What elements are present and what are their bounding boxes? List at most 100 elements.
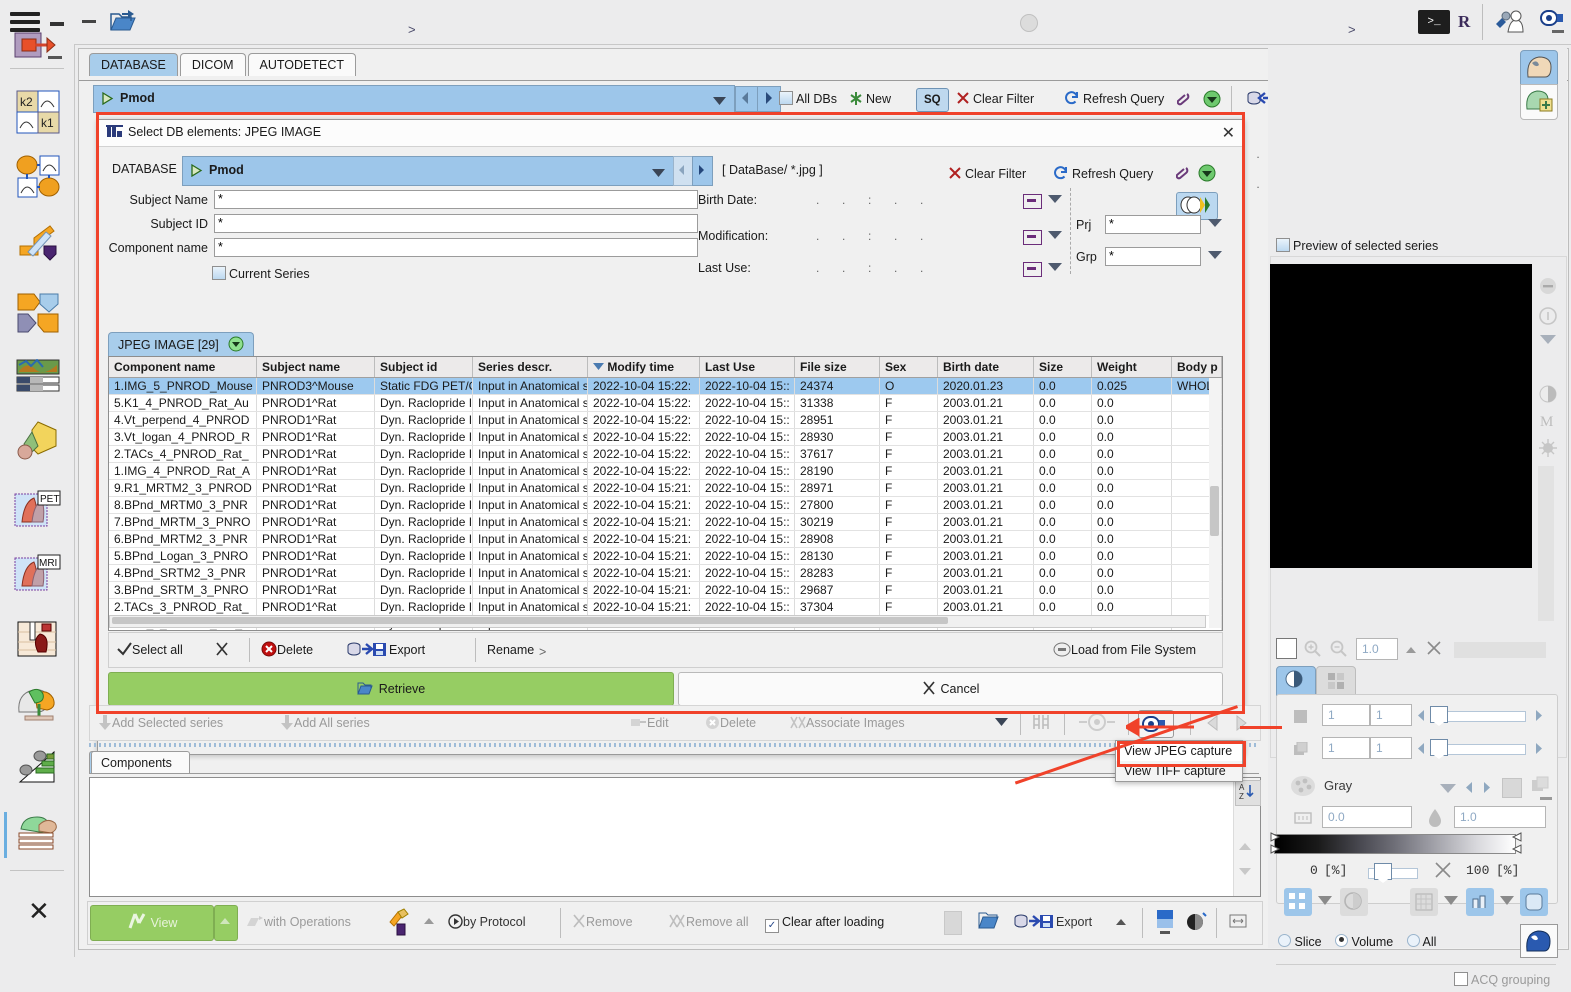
table-cell[interactable]: F bbox=[880, 548, 938, 564]
table-cell[interactable]: F bbox=[880, 565, 938, 581]
lut-invert-icon[interactable] bbox=[1502, 778, 1522, 798]
preview-info-icon[interactable] bbox=[1538, 306, 1558, 329]
table-cell[interactable]: 6.BPnd_MRTM2_3_PNR bbox=[109, 531, 257, 547]
modification-dots[interactable]: . . : . . bbox=[816, 229, 924, 243]
table-cell[interactable]: Input in Anatomical s bbox=[473, 531, 588, 547]
kinetic-model-icon[interactable] bbox=[14, 152, 62, 200]
table-cell[interactable]: F bbox=[880, 463, 938, 479]
grid-layout-icon[interactable] bbox=[1032, 714, 1050, 733]
table-cell[interactable]: 2022-10-04 15:: bbox=[700, 582, 795, 598]
add-head-tab[interactable] bbox=[1520, 84, 1558, 120]
slice-prev-icon[interactable] bbox=[1416, 742, 1426, 758]
table-cell[interactable]: 27800 bbox=[795, 497, 880, 513]
delete-series-button[interactable]: Delete bbox=[705, 710, 756, 736]
table-cell[interactable]: 3.Vt_logan_4_PNROD_R bbox=[109, 429, 257, 445]
table-cell[interactable]: PNROD1^Rat bbox=[257, 497, 375, 513]
table-cell[interactable]: 2022-10-04 15:21: bbox=[588, 531, 700, 547]
table-cell[interactable]: 0.0 bbox=[1034, 446, 1092, 462]
table-cell[interactable]: Input in Anatomical s bbox=[473, 395, 588, 411]
rename-button[interactable]: Rename bbox=[487, 637, 534, 663]
associate-dropdown-icon[interactable] bbox=[995, 716, 1008, 730]
table-row[interactable]: 4.BPnd_SRTM2_3_PNR PNROD1^Rat Dyn. Raclopr… bbox=[109, 565, 1222, 582]
table-cell[interactable]: 0.0 bbox=[1034, 378, 1092, 394]
gradient-left-handle[interactable] bbox=[1270, 832, 1282, 857]
delete-button[interactable]: Delete bbox=[261, 637, 313, 663]
table-header-1[interactable]: Subject name bbox=[257, 357, 375, 377]
table-header-5[interactable]: Last Use bbox=[700, 357, 795, 377]
table-cell[interactable]: 2.TACs_4_PNROD_Rat_ bbox=[109, 446, 257, 462]
table-cell[interactable]: Dyn. Raclopride I bbox=[375, 480, 473, 496]
table-cell[interactable]: 28908 bbox=[795, 531, 880, 547]
preview-m-icon[interactable]: M bbox=[1540, 414, 1553, 431]
current-series-checkbox[interactable]: Current Series bbox=[212, 262, 310, 286]
db-next-button[interactable] bbox=[757, 86, 781, 112]
table-cell[interactable]: 2003.01.21 bbox=[938, 599, 1034, 615]
preview-slider-track[interactable] bbox=[1538, 466, 1554, 621]
table-cell[interactable]: 0.0 bbox=[1092, 548, 1172, 564]
r-console-icon[interactable]: R bbox=[1458, 12, 1470, 32]
prev-page-icon[interactable] bbox=[1202, 712, 1224, 737]
table-cell[interactable]: Dyn. Raclopride I bbox=[375, 497, 473, 513]
frame-slider-knob[interactable] bbox=[1430, 706, 1448, 726]
dicom-tools-icon[interactable] bbox=[1076, 713, 1118, 734]
context-menu-item-jpeg[interactable]: View JPEG capture bbox=[1116, 741, 1242, 761]
dialog-db-prev-button[interactable] bbox=[673, 156, 694, 186]
table-header-2[interactable]: Subject id bbox=[375, 357, 473, 377]
table-cell[interactable]: 2003.01.21 bbox=[938, 395, 1034, 411]
table-header-0[interactable]: Component name bbox=[109, 357, 257, 377]
table-cell[interactable]: 0.0 bbox=[1092, 446, 1172, 462]
table-cell[interactable]: 0.0 bbox=[1092, 565, 1172, 581]
select-all-button[interactable]: Select all bbox=[117, 637, 183, 663]
table-cell[interactable]: 4.Vt_perpend_4_PNROD bbox=[109, 412, 257, 428]
fusion-mode-button[interactable] bbox=[1340, 888, 1368, 916]
table-cell[interactable]: 2022-10-04 15:21: bbox=[588, 480, 700, 496]
table-cell[interactable]: 0.0 bbox=[1034, 463, 1092, 479]
preview-selected-series-checkbox[interactable]: Preview of selected series bbox=[1276, 234, 1438, 258]
dialog-attachment-icon[interactable] bbox=[1175, 165, 1191, 184]
table-cell[interactable]: 2022-10-04 15:: bbox=[700, 531, 795, 547]
table-cell[interactable]: PNROD1^Rat bbox=[257, 446, 375, 462]
user-settings-icon[interactable] bbox=[1494, 8, 1526, 39]
green-dropdown-icon[interactable] bbox=[1203, 90, 1221, 111]
operations-expand-icon[interactable] bbox=[422, 915, 436, 929]
lut-copy-icon[interactable] bbox=[1530, 776, 1552, 799]
table-row[interactable]: 1.IMG_4_PNROD_Rat_A PNROD1^Rat Dyn. Raclop… bbox=[109, 463, 1222, 480]
export-bottom-button[interactable]: Export bbox=[1014, 909, 1092, 935]
table-cell[interactable]: Input in Anatomical s bbox=[473, 412, 588, 428]
gradient-right-handle[interactable] bbox=[1510, 832, 1522, 857]
dialog-database-selector[interactable]: Pmod bbox=[182, 156, 674, 186]
display-settings-tab[interactable] bbox=[1276, 666, 1316, 696]
resize-dots-divider[interactable] bbox=[89, 743, 1259, 747]
table-cell[interactable]: 2022-10-04 15:: bbox=[700, 497, 795, 513]
zoom-value-input[interactable] bbox=[1356, 638, 1398, 660]
grid-overlay-button[interactable] bbox=[1410, 888, 1438, 916]
edit-button[interactable]: Edit bbox=[630, 710, 669, 736]
cardiac-mr-perfusion-icon[interactable] bbox=[14, 616, 62, 664]
table-cell[interactable]: 3.BPnd_SRTM_3_PNRO bbox=[109, 582, 257, 598]
table-cell[interactable]: F bbox=[880, 446, 938, 462]
table-cell[interactable]: PNROD1^Rat bbox=[257, 480, 375, 496]
table-cell[interactable]: 0.0 bbox=[1092, 395, 1172, 411]
table-cell[interactable]: 2022-10-04 15:21: bbox=[588, 599, 700, 615]
remove-all-button[interactable]: Remove all bbox=[668, 909, 749, 935]
database-selector[interactable]: Pmod bbox=[93, 85, 735, 113]
preview-dropdown-icon[interactable] bbox=[1540, 334, 1556, 348]
frame-next-icon[interactable] bbox=[1534, 709, 1544, 725]
associate-images-button[interactable]: Associate Images bbox=[790, 710, 905, 736]
birth-date-box-icon[interactable] bbox=[1023, 194, 1042, 209]
layout-panel-icon[interactable] bbox=[1154, 908, 1178, 939]
dialog-clear-filter-button[interactable]: Clear Filter bbox=[948, 162, 1026, 186]
last-use-dropdown-icon[interactable] bbox=[1048, 263, 1062, 271]
db-elements-table[interactable]: Component name Subject name Subject id Seri… bbox=[108, 356, 1223, 631]
table-cell[interactable]: 2022-10-04 15:: bbox=[700, 429, 795, 445]
dialog-db-next-button[interactable] bbox=[692, 156, 713, 186]
birth-date-dots[interactable]: . . : . . bbox=[816, 193, 924, 207]
terminal-icon[interactable]: >_ bbox=[1418, 10, 1450, 34]
table-cell[interactable]: Dyn. Raclopride I bbox=[375, 582, 473, 598]
grid-dropdown-icon[interactable] bbox=[1444, 895, 1458, 909]
sq-toggle-button[interactable]: SQ bbox=[916, 88, 949, 112]
palette-icon[interactable] bbox=[1290, 775, 1316, 800]
preview-image[interactable] bbox=[1270, 264, 1532, 568]
table-cell[interactable]: PNROD1^Rat bbox=[257, 395, 375, 411]
clear-after-loading-checkbox[interactable]: ✓ Clear after loading bbox=[765, 910, 884, 934]
